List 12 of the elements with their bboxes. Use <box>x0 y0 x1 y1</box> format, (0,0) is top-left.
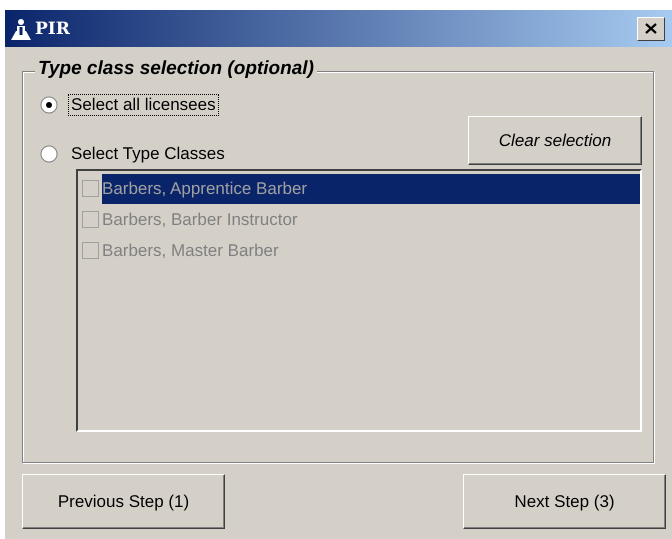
info-icon <box>11 18 31 40</box>
step-button[interactable]: Next Step (3) <box>463 474 666 529</box>
group-title: Type class selection (optional) <box>35 58 317 80</box>
close-icon <box>645 23 657 34</box>
radio-button[interactable] <box>40 96 58 114</box>
radio-label[interactable]: Select Type Classes <box>68 143 228 165</box>
window-title: PIR <box>35 18 71 38</box>
radio-button[interactable] <box>40 145 58 163</box>
radio-label[interactable]: Select all licensees <box>68 94 219 116</box>
close-button[interactable] <box>637 16 665 40</box>
clear-selection-button[interactable]: Clear selection <box>468 116 642 165</box>
step-button[interactable]: Previous Step (1) <box>22 474 225 529</box>
